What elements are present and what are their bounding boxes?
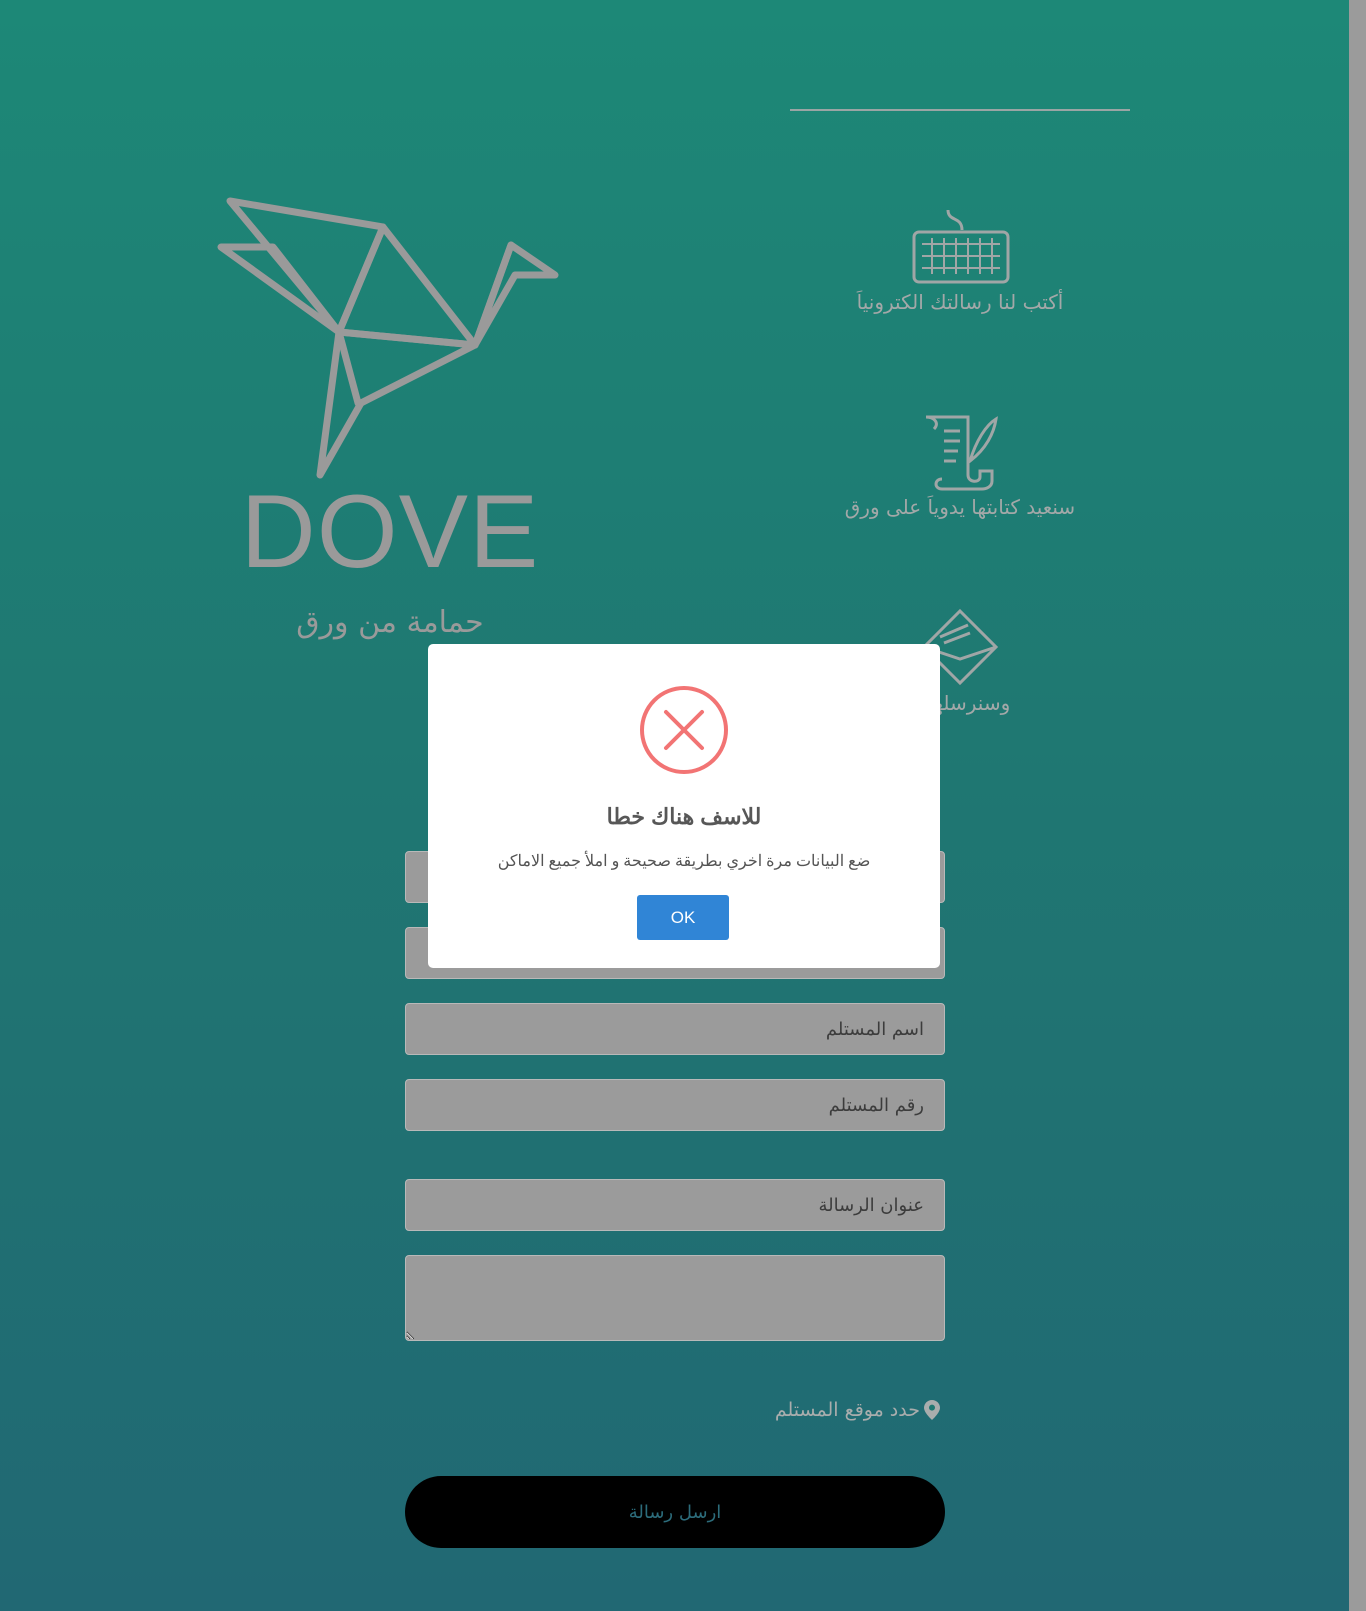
ok-button[interactable]: OK: [637, 895, 729, 940]
error-dialog-title: للاسف هناك خطا: [606, 804, 762, 829]
error-dialog-text: ضع البيانات مرة اخري بطريقة صحيحة و املأ…: [497, 853, 871, 870]
page-scrollbar[interactable]: [1349, 0, 1366, 1611]
error-x-icon: [640, 686, 728, 774]
error-dialog: للاسف هناك خطا ضع البيانات مرة اخري بطري…: [428, 644, 940, 968]
